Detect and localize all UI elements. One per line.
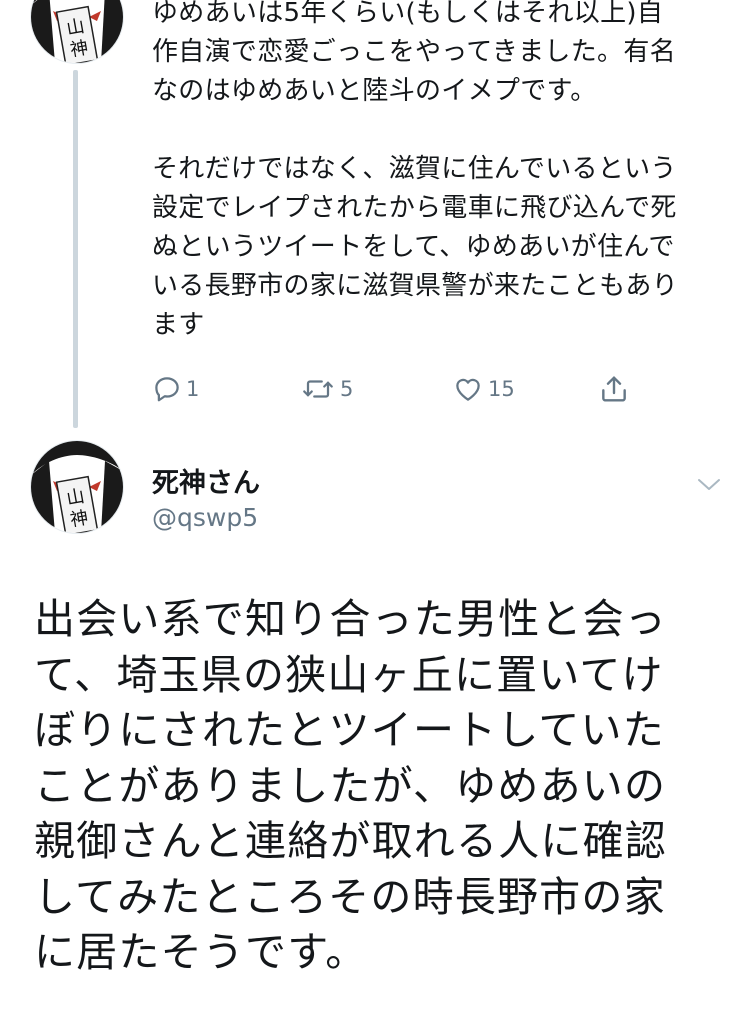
shinigami-avatar-icon: 山 神 [31,441,123,533]
like-count: 15 [488,377,515,401]
chevron-down-icon [698,479,720,490]
reply-count: 1 [186,377,200,401]
like-button[interactable]: 15 [452,369,515,409]
svg-text:山: 山 [65,486,86,510]
retweet-button[interactable]: 5 [300,369,353,409]
reply-icon [155,377,179,402]
share-button[interactable] [598,369,630,409]
retweet-count: 5 [340,377,354,401]
svg-text:山: 山 [65,16,86,40]
thread-line [73,70,78,428]
tweet-actions: 1 5 15 [152,369,652,409]
svg-text:神: 神 [69,37,90,61]
tweet-text: ゆめあいは5年くらい(もしくはそれ以上)自 作自演で恋愛ごっこをやってきました。… [152,0,679,340]
main-tweet-text: 出会い系で知り合った男性と会っ て、埼玉県の狭山ヶ丘に置いてけ ぼりにされたとツ… [34,595,667,976]
reply-button[interactable]: 1 [152,369,199,409]
avatar[interactable]: 山 神 [30,440,124,534]
heart-icon [456,378,480,401]
retweet-icon [303,380,333,398]
shinigami-avatar-icon: 山 神 [31,0,123,63]
user-handle[interactable]: @qswp5 [152,503,258,532]
avatar[interactable]: 山 神 [30,0,124,64]
tweet-menu-button[interactable] [692,470,726,498]
display-name[interactable]: 死神さん [152,461,260,500]
share-icon [602,376,626,402]
svg-text:神: 神 [69,507,90,531]
